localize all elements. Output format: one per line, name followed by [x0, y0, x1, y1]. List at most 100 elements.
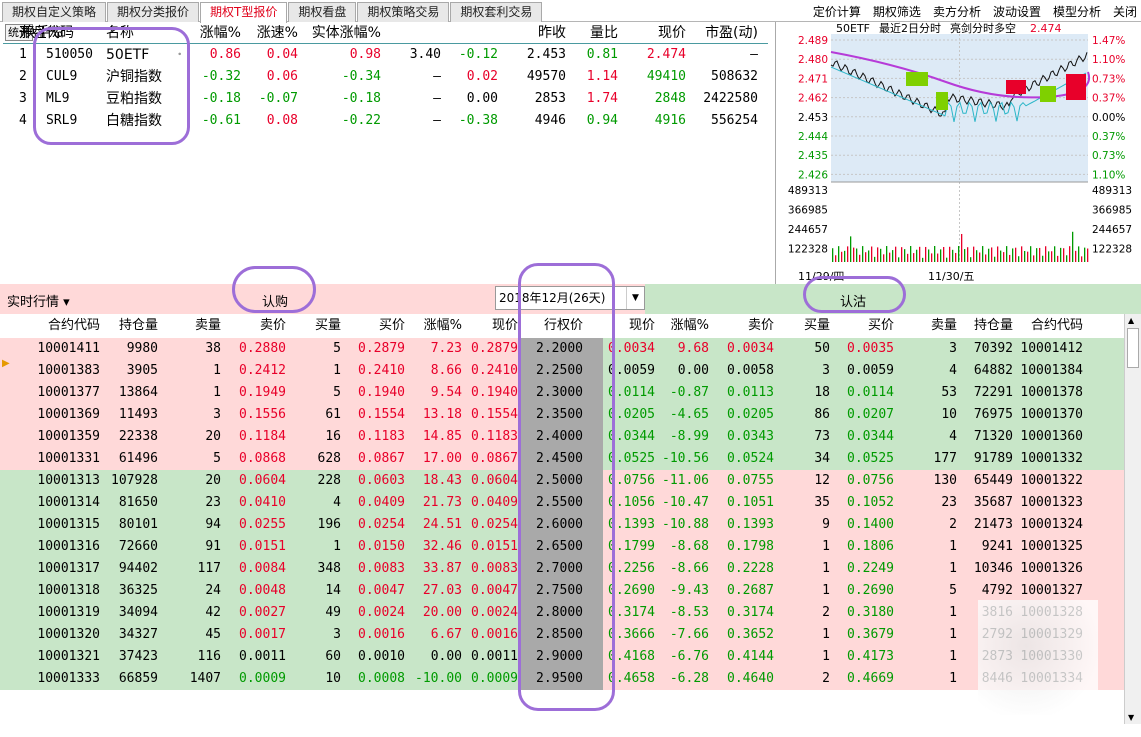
chevron-down-icon[interactable]: ▼	[626, 287, 644, 309]
header-prev-close[interactable]: 昨收	[498, 22, 566, 44]
put-bid-vol: 1	[822, 583, 830, 598]
menu-item-1[interactable]: 期权筛选	[873, 3, 921, 20]
put-header-7[interactable]: 合约代码	[1013, 314, 1083, 338]
underlying-row[interactable]: 2 CUL9 沪铜指数 -0.32 0.06 -0.34 – 0.02 49570 1.14 494…	[3, 66, 768, 88]
option-row[interactable]: 10001321 37423 116 0.0011 60 0.0010 0.00 0.0011…	[0, 646, 1124, 668]
option-row[interactable]: 10001313 107928 20 0.0604 228 0.0603 18.43 0.06…	[0, 470, 1124, 492]
tab-5[interactable]: 期权套利交易	[450, 2, 543, 22]
call-bid: 0.0010	[358, 649, 405, 664]
expiry-month-select[interactable]: 2018年12月(26天) ▼	[495, 286, 645, 310]
realtime-dropdown[interactable]: 实时行情 ▾	[7, 291, 70, 310]
option-row[interactable]: 10001359 22338 20 0.1184 16 0.1183 14.85 0.1183…	[0, 426, 1124, 448]
header-open-pct[interactable]: 开盘%	[3, 22, 60, 44]
put-ask-vol: 1	[949, 539, 957, 554]
put-change: -10.88	[662, 517, 709, 532]
call-change: 20.00	[422, 605, 462, 620]
option-row[interactable]: 10001333 66859 1407 0.0009 10 0.0008 -10.00 0.0…	[0, 668, 1124, 690]
option-row[interactable]: 10001331 61496 5 0.0868 628 0.0867 17.00 0.0867…	[0, 448, 1124, 470]
put-header-4[interactable]: 买价	[830, 314, 894, 338]
vertical-scrollbar[interactable]: ▲ ▼	[1124, 314, 1141, 724]
strike-price: 2.5500	[536, 495, 583, 510]
call-header-1[interactable]: 持仓量	[100, 314, 158, 338]
underlying-row[interactable]: 1 510050 50ETF 0.86 0.04 0.98 3.40 -0.12 2.453 0.…	[3, 44, 768, 66]
cell-hs: 3.40	[409, 47, 441, 62]
scroll-down-icon[interactable]: ▼	[1128, 713, 1134, 722]
call-header-5[interactable]: 买价	[341, 314, 405, 338]
call-header-7[interactable]: 现价	[462, 314, 518, 338]
right-menu: 定价计算 期权筛选 卖方分析 波动设置 模型分析 关闭	[801, 3, 1137, 20]
cell-kp: 0.02	[466, 69, 498, 84]
option-row[interactable]: 10001317 94402 117 0.0084 348 0.0083 33.87 0.00…	[0, 558, 1124, 580]
call-ask: 0.0027	[239, 605, 286, 620]
option-row[interactable]: 10001318 36325 24 0.0048 14 0.0047 27.03 0.0047…	[0, 580, 1124, 602]
put-header-6[interactable]: 持仓量	[957, 314, 1013, 338]
menu-item-5[interactable]: 关闭	[1113, 3, 1137, 20]
menu-item-3[interactable]: 波动设置	[993, 3, 1041, 20]
volume-bar	[982, 246, 984, 262]
volume-bar	[1033, 255, 1035, 262]
option-row[interactable]: 10001314 81650 23 0.0410 4 0.0409 21.73 0.0409 2…	[0, 492, 1124, 514]
option-row[interactable]: 10001377 13864 1 0.1949 5 0.1940 9.54 0.1940 2.3…	[0, 382, 1124, 404]
scroll-thumb[interactable]	[1127, 328, 1139, 368]
put-ask: 0.1798	[727, 539, 774, 554]
option-row[interactable]: 10001316 72660 91 0.0151 1 0.0150 32.46 0.0151 2…	[0, 536, 1124, 558]
tab-2[interactable]: 期权T型报价	[200, 2, 288, 23]
cell-hs: –	[433, 113, 441, 128]
header-change-pct[interactable]: 涨幅%	[189, 22, 241, 44]
header-last-price[interactable]: 现价	[618, 22, 686, 44]
put-oi: 4792	[981, 583, 1013, 598]
underlying-row[interactable]: 3 ML9 豆粕指数 -0.18 -0.07 -0.18 – 0.00 2853 1.74 2848…	[3, 88, 768, 110]
strike-header[interactable]: 行权价	[520, 314, 583, 338]
call-ask: 0.2880	[239, 341, 286, 356]
volume-bar	[901, 247, 903, 262]
put-ask-vol: 1	[949, 649, 957, 664]
header-volume-ratio[interactable]: 量比	[566, 22, 618, 44]
menu-item-4[interactable]: 模型分析	[1053, 3, 1101, 20]
put-oi: 35687	[973, 495, 1013, 510]
call-header-0[interactable]: 合约代码	[0, 314, 100, 338]
option-row[interactable]: 10001319 34094 42 0.0027 49 0.0024 20.00 0.0024…	[0, 602, 1124, 624]
put-header-5[interactable]: 卖量	[894, 314, 957, 338]
cell-sy: –	[750, 47, 758, 62]
underlying-row[interactable]: 4 SRL9 白糖指数 -0.61 0.08 -0.22 – -0.38 4946 0.94 491…	[3, 110, 768, 132]
call-header-4[interactable]: 买量	[286, 314, 341, 338]
volume-bar	[1021, 246, 1023, 262]
call-change: 8.66	[430, 363, 462, 378]
header-speed[interactable]: 涨速%	[241, 22, 298, 44]
call-header-2[interactable]: 卖量	[158, 314, 221, 338]
header-name[interactable]: 名称	[106, 22, 134, 44]
put-header-3[interactable]: 买量	[774, 314, 830, 338]
header-pe[interactable]: 市盈(动)	[686, 22, 758, 44]
put-ask: 0.0524	[727, 451, 774, 466]
tab-0[interactable]: 期权自定义策略	[2, 2, 107, 22]
call-code: 10001333	[37, 671, 100, 686]
tab-3[interactable]: 期权看盘	[288, 2, 357, 22]
volume-bar	[877, 247, 879, 262]
mini-intraday-chart[interactable]: 50ETF 最近2日分时 亮剑分时多空 2.474 2.489 2.480 2.471 2.4…	[775, 21, 1141, 284]
call-change: 0.00	[430, 649, 462, 664]
option-row[interactable]: 10001411 9980 38 0.2880 5 0.2879 7.23 0.2879 2.2…	[0, 338, 1124, 360]
put-header-2[interactable]: 卖价	[709, 314, 774, 338]
underlying-table: 统计 代码 名称 涨幅% 涨速% 实体涨幅% 换手% 开盘% 昨收 量比 现价 …	[3, 22, 768, 132]
call-oi: 9980	[126, 341, 158, 356]
header-body-change[interactable]: 实体涨幅%	[298, 22, 381, 44]
menu-item-2[interactable]: 卖方分析	[933, 3, 981, 20]
call-header-3[interactable]: 卖价	[221, 314, 286, 338]
option-row[interactable]: 10001383 3905 1 0.2412 1 0.2410 8.66 0.2410 2.25…	[0, 360, 1124, 382]
put-header-0[interactable]: 现价	[603, 314, 655, 338]
put-oi: 21473	[973, 517, 1013, 532]
volume-bar	[952, 249, 954, 262]
cell-zf: 0.86	[209, 47, 241, 62]
put-header-1[interactable]: 涨幅%	[655, 314, 709, 338]
menu-item-0[interactable]: 定价计算	[813, 3, 861, 20]
cell-lb: 0.81	[586, 47, 618, 62]
put-last: 0.2690	[608, 583, 655, 598]
scroll-up-icon[interactable]: ▲	[1128, 316, 1134, 325]
tab-4[interactable]: 期权策略交易	[357, 2, 450, 22]
put-bid: 0.0114	[847, 385, 894, 400]
option-row[interactable]: 10001320 34327 45 0.0017 3 0.0016 6.67 0.0016 2.…	[0, 624, 1124, 646]
tab-1[interactable]: 期权分类报价	[107, 2, 200, 22]
call-header-6[interactable]: 涨幅%	[405, 314, 462, 338]
option-row[interactable]: 10001315 80101 94 0.0255 196 0.0254 24.51 0.025…	[0, 514, 1124, 536]
option-row[interactable]: 10001369 11493 3 0.1556 61 0.1554 13.18 0.1554 2…	[0, 404, 1124, 426]
